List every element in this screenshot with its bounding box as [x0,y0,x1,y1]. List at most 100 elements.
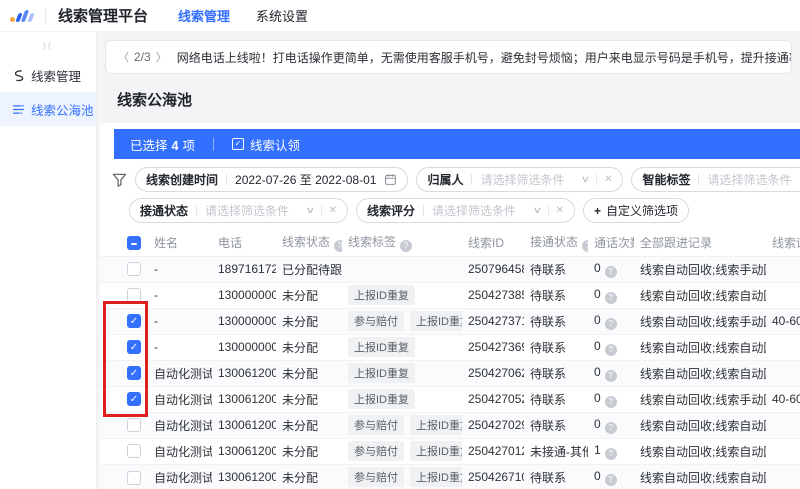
cell-select [100,256,148,282]
help-icon[interactable]: ? [400,240,412,252]
sidebar-item-lead-management[interactable]: 线索管理 [0,58,96,92]
clear-icon[interactable]: ✕ [329,205,337,216]
help-icon[interactable]: ? [605,318,617,330]
pill-divider [196,205,197,216]
lead-table: 姓名电话线索状态?线索标签?线索ID接通状态?通话次数全部跟进记录线索评分 -1… [100,229,800,489]
clear-icon[interactable]: ✕ [604,174,612,185]
cell-name: 自动化测试 [148,360,212,386]
row-checkbox[interactable] [127,288,141,302]
help-icon[interactable]: ? [605,266,617,278]
filter-owner-pill[interactable]: 归属人请选择筛选条件∨✕ [416,167,623,192]
row-checkbox[interactable] [127,444,141,458]
row-checkbox[interactable] [127,340,141,354]
cell-name: - [148,308,212,334]
cell-lead-status: 未分配 [276,438,342,464]
cell-phone: 13000000000 [212,308,276,334]
cell-follow-records: 线索自动回收;线索自动回收;... [634,438,766,464]
filter-row-1: 线索创建时间2022-07-26 至 2022-08-01归属人请选择筛选条件∨… [112,167,800,192]
help-icon[interactable]: ? [582,240,588,252]
column-header-label: 通话次数 [594,236,634,250]
claim-leads-button[interactable]: 线索认领 [232,135,300,154]
cell-connect-status: 待联系 [524,412,588,438]
tag-chip: 上报ID重复 [348,389,415,409]
column-header-label: 线索状态 [282,235,330,249]
row-checkbox[interactable] [127,418,141,432]
cell-select [100,334,148,360]
table-row: 自动化测试13006120000未分配上报ID重复250427052待联系0?线… [100,386,800,412]
help-icon[interactable]: ? [605,474,617,486]
column-header-label: 姓名 [154,236,178,250]
cell-phone: 13006120000 [212,438,276,464]
cell-name: 自动化测试 [148,464,212,489]
sidebar-collapse-icon[interactable]: )( [0,40,96,50]
cell-phone: 13006120000 [212,412,276,438]
help-icon[interactable]: ? [605,370,617,382]
help-icon[interactable]: ? [605,344,617,356]
selected-count: 4 [172,139,179,153]
chevron-down-icon[interactable]: ∨ [532,205,542,216]
nav-item-lead-management[interactable]: 线索管理 [178,6,230,25]
table-body: -18971617211已分配待跟进250796458待联系0?线索自动回收;线… [100,256,800,489]
help-icon[interactable]: ? [605,396,617,408]
lead-pool-card: 已选择4项 线索认领 线索创建时间2022-07-26 至 2022-08-01… [100,123,800,489]
selected-prefix: 已选择 [130,139,168,153]
cell-lead-score [766,256,800,282]
cell-name: 自动化测试 [148,386,212,412]
column-header-lead-id: 线索ID [462,229,524,256]
select-all-checkbox[interactable] [127,236,141,250]
plus-icon: + [594,204,601,218]
cell-follow-records: 线索自动回收;线索手动回收;... [634,386,766,412]
notice-prev-icon[interactable]: 〈 [118,49,129,65]
notice-next-icon[interactable]: 〉 [156,49,167,65]
cell-select [100,464,148,489]
cell-name: 自动化测试 [148,438,212,464]
pill-divider [471,174,472,185]
selection-toolbar: 已选择4项 线索认领 [114,129,800,159]
filter-custom-filter-button[interactable]: + 自定义筛选项 [583,198,689,223]
filter-create-time-pill[interactable]: 线索创建时间2022-07-26 至 2022-08-01 [135,167,408,192]
clear-icon[interactable]: ✕ [556,205,564,216]
filter-row-2: 接通状态请选择筛选条件∨✕线索评分请选择筛选条件∨✕+自定义筛选项 [129,198,800,223]
cell-connect-status: 待联系 [524,308,588,334]
cell-lead-status: 已分配待跟进 [276,256,342,282]
column-header-phone: 电话 [212,229,276,256]
cell-follow-records: 线索自动回收;线索自动回收;... [634,282,766,308]
help-icon[interactable]: ? [334,240,342,252]
cell-lead-status: 未分配 [276,386,342,412]
help-icon[interactable]: ? [605,422,617,434]
table-row: 自动化测试13006120000未分配参与赔付上报ID重复250427029待联… [100,412,800,438]
chevron-down-icon[interactable]: ∨ [581,174,591,185]
row-checkbox[interactable] [127,314,141,328]
row-checkbox[interactable] [127,366,141,380]
cell-follow-records: 线索自动回收;线索自动回收;... [634,412,766,438]
filter-connect-status-pill[interactable]: 接通状态请选择筛选条件∨✕ [129,198,348,223]
row-checkbox[interactable] [127,392,141,406]
filter-smart-tag-pill[interactable]: 智能标签请选择筛选条件∨✕ [631,167,800,192]
sidebar-item-lead-public-pool[interactable]: 线索公海池 [0,92,96,126]
filter-label: 自定义筛选项 [606,202,678,219]
cell-lead-score: 40-60 [766,308,800,334]
table-row: -13000000000未分配上报ID重复250427369待联系0?线索自动回… [100,334,800,360]
nav-item-system-settings[interactable]: 系统设置 [256,6,308,25]
row-checkbox[interactable] [127,471,141,485]
cell-connect-status: 待联系 [524,464,588,489]
table-row: 自动化测试13006120000未分配参与赔付上报ID重复250426710待联… [100,464,800,489]
cell-lead-status: 未分配 [276,464,342,489]
column-header-call-count: 通话次数 [588,229,634,256]
cell-follow-records: 线索自动回收;线索手动回收;... [634,308,766,334]
cell-lead-score [766,360,800,386]
cell-phone: 13000000000 [212,282,276,308]
cell-lead-id: 250427012 [462,438,524,464]
chevron-down-icon[interactable]: ∨ [305,205,315,216]
cell-connect-status: 待联系 [524,282,588,308]
help-icon[interactable]: ? [605,448,617,460]
sidebar-item-label: 线索管理 [31,66,81,85]
cell-lead-id: 250796458 [462,256,524,282]
cell-connect-status: 待联系 [524,360,588,386]
filter-lead-score-pill[interactable]: 线索评分请选择筛选条件∨✕ [356,198,575,223]
row-checkbox[interactable] [127,262,141,276]
cell-lead-status: 未分配 [276,334,342,360]
cell-phone: 18971617211 [212,256,276,282]
help-icon[interactable]: ? [605,292,617,304]
pill-divider [423,205,424,216]
